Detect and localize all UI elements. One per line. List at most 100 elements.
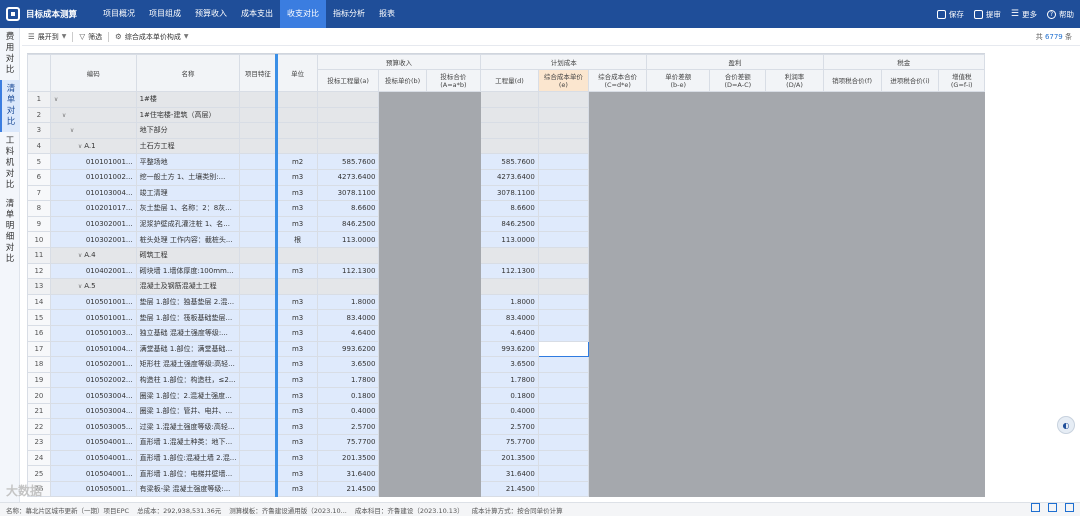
cell-price-diff[interactable] (646, 215, 711, 233)
cell-price-diff[interactable] (646, 434, 711, 451)
cell-bid-price[interactable] (378, 137, 427, 155)
cell-plan-total[interactable] (587, 153, 648, 170)
header-code[interactable]: 编码 (49, 54, 137, 92)
cell-input-tax[interactable] (880, 465, 940, 482)
cell-name[interactable]: 1#楼 (135, 91, 241, 108)
cell-price-diff[interactable] (646, 402, 711, 420)
action-help-button[interactable]: ? 帮助 (1047, 9, 1074, 20)
cell-output-tax[interactable] (822, 418, 882, 436)
cell-plan-total[interactable] (587, 215, 648, 233)
cell-name[interactable]: 直形墙 1.混凝土种类：地下... (135, 434, 241, 451)
header-sub-4[interactable]: 综合成本单价(e) (537, 69, 589, 92)
cell-code[interactable]: 010402001... (49, 262, 137, 280)
cell-plan-qty[interactable]: 4273.6400 (480, 168, 539, 186)
row-number[interactable]: 15 (27, 309, 51, 326)
cell-output-tax[interactable] (822, 356, 882, 373)
action-save-button[interactable]: 保存 (936, 9, 964, 20)
cell-plan-price[interactable] (537, 168, 589, 186)
cell-price-diff[interactable] (646, 91, 711, 108)
cell-bid-total[interactable] (425, 418, 482, 436)
cell-feature[interactable] (239, 387, 279, 404)
cell-input-tax[interactable] (880, 480, 940, 498)
cell-input-tax[interactable] (880, 402, 940, 420)
table-row[interactable]: 21 010503004... 圈梁 1.部位：管井、电井、... m3 0.4000 0… (27, 402, 985, 420)
cell-name[interactable]: 圈梁 1.部位：管井、电井、... (135, 402, 241, 420)
cell-plan-total[interactable] (587, 278, 648, 295)
cell-input-tax[interactable] (880, 153, 940, 170)
cell-feature[interactable] (239, 153, 279, 170)
cell-input-tax[interactable] (880, 371, 940, 389)
cell-bid-qty[interactable]: 83.4000 (316, 309, 380, 326)
cell-bid-price[interactable] (378, 293, 427, 311)
cell-total-diff[interactable] (709, 278, 767, 295)
cell-profit-rate[interactable] (765, 449, 824, 467)
cell-plan-price[interactable] (537, 246, 589, 264)
cell-unit[interactable]: m3 (276, 480, 318, 498)
cell-output-tax[interactable] (822, 137, 882, 155)
cell-vat[interactable] (938, 418, 985, 436)
cell-bid-price[interactable] (378, 309, 427, 326)
cell-plan-total[interactable] (587, 324, 648, 342)
nav-tab-1[interactable]: 项目组成 (142, 0, 188, 28)
cell-feature[interactable] (239, 356, 279, 373)
cell-bid-price[interactable] (378, 340, 427, 358)
row-number[interactable]: 8 (27, 200, 51, 217)
filter-button[interactable]: ▽ 筛选 (79, 32, 102, 42)
cell-code[interactable]: 010101001... (49, 153, 137, 170)
cell-price-diff[interactable] (646, 231, 711, 248)
row-number[interactable]: 25 (27, 465, 51, 482)
composition-button[interactable]: ⚙ 综合成本单价构成 ▼ (115, 32, 188, 42)
cell-plan-price[interactable] (537, 309, 589, 326)
cell-input-tax[interactable] (880, 122, 940, 139)
row-number[interactable]: 10 (27, 231, 51, 248)
cell-profit-rate[interactable] (765, 293, 824, 311)
cell-plan-qty[interactable] (480, 91, 539, 108)
cell-bid-price[interactable] (378, 262, 427, 280)
cell-vat[interactable] (938, 231, 985, 248)
cell-unit[interactable]: m3 (276, 449, 318, 467)
row-number[interactable]: 21 (27, 402, 51, 420)
cell-price-diff[interactable] (646, 200, 711, 217)
cell-plan-price[interactable] (537, 215, 589, 233)
table-row[interactable]: 6 010101002... 挖一般土方 1、土壤类别:... m3 4273.6400… (27, 168, 985, 186)
cell-unit[interactable]: m3 (276, 215, 318, 233)
cell-bid-total[interactable] (425, 106, 482, 124)
cell-profit-rate[interactable] (765, 91, 824, 108)
cell-price-diff[interactable] (646, 418, 711, 436)
cell-name[interactable]: 桩头处理 工作内容：截桩头... (135, 231, 241, 248)
cell-plan-qty[interactable]: 3.6500 (480, 356, 539, 373)
cell-plan-qty[interactable]: 75.7700 (480, 434, 539, 451)
cell-bid-price[interactable] (378, 215, 427, 233)
cell-code[interactable]: 010504001... (49, 465, 137, 482)
cell-plan-total[interactable] (587, 122, 648, 139)
cell-bid-qty[interactable]: 846.2500 (316, 215, 380, 233)
row-number[interactable]: 16 (27, 324, 51, 342)
cell-total-diff[interactable] (709, 371, 767, 389)
cell-name[interactable]: 混凝土及钢筋混凝土工程 (135, 278, 241, 295)
table-row[interactable]: 4 ∨ A.1 土石方工程 (27, 137, 985, 155)
cell-input-tax[interactable] (880, 184, 940, 202)
cell-name[interactable]: 平整场地 (135, 153, 241, 170)
cell-name[interactable]: 矩形柱 混凝土强度等级:高轻... (135, 356, 241, 373)
cell-bid-price[interactable] (378, 371, 427, 389)
cell-profit-rate[interactable] (765, 184, 824, 202)
cell-total-diff[interactable] (709, 231, 767, 248)
row-number[interactable]: 19 (27, 371, 51, 389)
cell-unit[interactable]: m3 (276, 387, 318, 404)
cell-plan-qty[interactable]: 112.1300 (480, 262, 539, 280)
view-split-icon[interactable] (1048, 503, 1057, 512)
cell-name[interactable]: 挖一般土方 1、土壤类别:... (135, 168, 241, 186)
table-row[interactable]: 13 ∨ A.5 混凝土及钢筋混凝土工程 (27, 278, 985, 295)
header-sub-5[interactable]: 综合成本合价 (C=d*e) (587, 69, 648, 92)
cell-price-diff[interactable] (646, 106, 711, 124)
cell-output-tax[interactable] (822, 122, 882, 139)
cell-plan-total[interactable] (587, 387, 648, 404)
table-row[interactable]: 15 010501001... 垫层 1.部位：筏板基础垫层... m3 83.4000… (27, 309, 985, 326)
cell-bid-price[interactable] (378, 356, 427, 373)
cell-plan-price[interactable] (537, 106, 589, 124)
cell-plan-qty[interactable] (480, 106, 539, 124)
cell-price-diff[interactable] (646, 184, 711, 202)
cell-plan-qty[interactable]: 3078.1100 (480, 184, 539, 202)
cell-output-tax[interactable] (822, 215, 882, 233)
cell-bid-qty[interactable]: 1.7800 (316, 371, 380, 389)
